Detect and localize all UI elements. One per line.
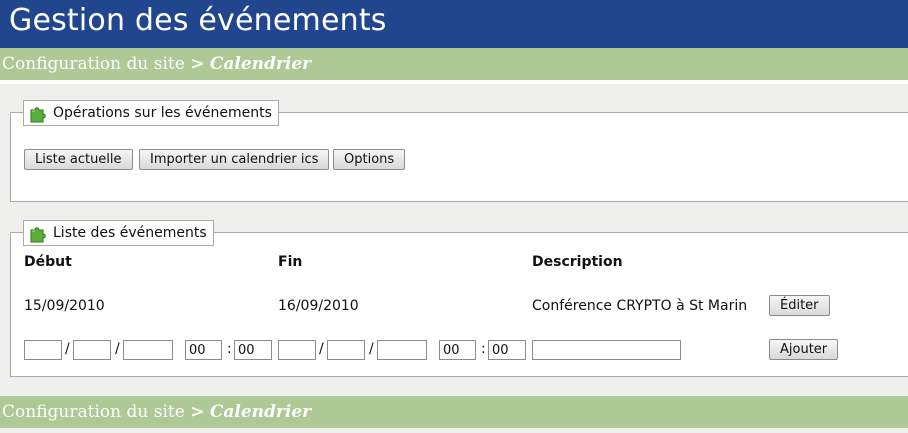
start-month-input[interactable] bbox=[73, 340, 111, 360]
breadcrumb: Configuration du site > Calendrier bbox=[2, 396, 311, 428]
events-legend: Liste des événements bbox=[23, 220, 214, 246]
header-bar: Gestion des événements bbox=[0, 0, 908, 48]
start-hour-input[interactable] bbox=[185, 340, 222, 360]
operations-legend-label: Opérations sur les événements bbox=[53, 105, 272, 121]
breadcrumb-separator: > bbox=[190, 402, 205, 422]
puzzle-icon bbox=[30, 227, 46, 243]
operations-legend: Opérations sur les événements bbox=[23, 100, 279, 126]
column-header-description: Description bbox=[532, 254, 623, 270]
add-event-button[interactable]: Ajouter bbox=[769, 339, 839, 360]
column-header-end: Fin bbox=[278, 254, 303, 270]
time-separator: : bbox=[227, 341, 232, 357]
date-separator: / bbox=[65, 341, 70, 357]
options-button[interactable]: Options bbox=[333, 149, 406, 170]
edit-event-button[interactable]: Éditer bbox=[769, 295, 830, 316]
event-start-date: 15/09/2010 bbox=[24, 298, 105, 314]
end-hour-input[interactable] bbox=[439, 340, 476, 360]
breadcrumb-parent[interactable]: Configuration du site bbox=[2, 402, 185, 422]
breadcrumb-current: Calendrier bbox=[209, 54, 312, 74]
page-title: Gestion des événements bbox=[9, 3, 387, 38]
breadcrumb-current: Calendrier bbox=[209, 402, 312, 422]
breadcrumb-separator: > bbox=[190, 54, 205, 74]
import-ics-button[interactable]: Importer un calendrier ics bbox=[139, 149, 330, 170]
puzzle-icon bbox=[30, 107, 46, 123]
breadcrumb: Configuration du site > Calendrier bbox=[2, 48, 311, 80]
column-header-start: Début bbox=[24, 254, 72, 270]
current-list-button[interactable]: Liste actuelle bbox=[24, 149, 133, 170]
end-minute-input[interactable] bbox=[488, 340, 526, 360]
time-separator: : bbox=[481, 341, 486, 357]
end-year-input[interactable] bbox=[377, 340, 427, 360]
start-minute-input[interactable] bbox=[234, 340, 272, 360]
start-year-input[interactable] bbox=[123, 340, 173, 360]
event-description: Conférence CRYPTO à St Marin bbox=[532, 298, 748, 314]
event-end-date: 16/09/2010 bbox=[278, 298, 359, 314]
events-panel: Liste des événements Début Fin Descripti… bbox=[10, 220, 908, 377]
breadcrumb-top: Configuration du site > Calendrier bbox=[0, 48, 908, 80]
end-day-input[interactable] bbox=[278, 340, 316, 360]
description-input[interactable] bbox=[532, 340, 681, 360]
breadcrumb-parent[interactable]: Configuration du site bbox=[2, 54, 185, 74]
date-separator: / bbox=[319, 341, 324, 357]
date-separator: / bbox=[115, 341, 120, 357]
operations-panel: Opérations sur les événements Liste actu… bbox=[10, 100, 908, 202]
breadcrumb-bottom: Configuration du site > Calendrier bbox=[0, 396, 908, 428]
start-day-input[interactable] bbox=[24, 340, 62, 360]
end-month-input[interactable] bbox=[327, 340, 365, 360]
events-legend-label: Liste des événements bbox=[53, 225, 207, 241]
divider bbox=[0, 80, 908, 84]
date-separator: / bbox=[369, 341, 374, 357]
